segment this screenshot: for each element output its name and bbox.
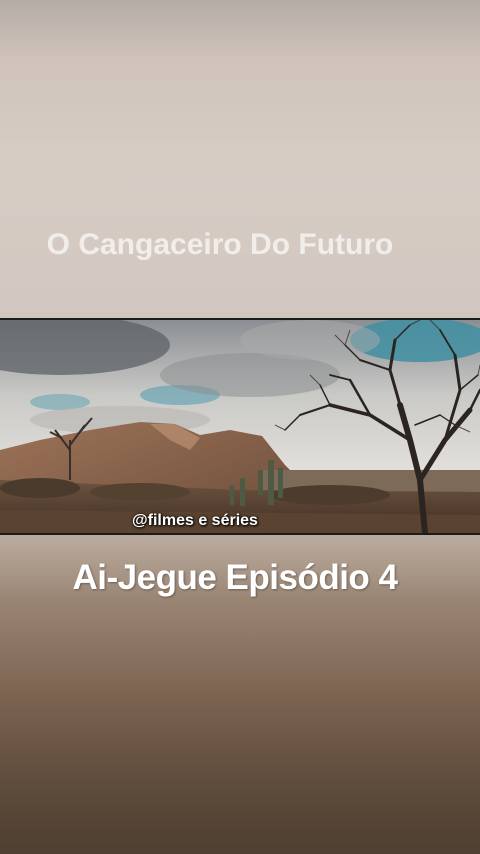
video-player[interactable] bbox=[0, 318, 480, 535]
watermark-caption: @filmes e séries bbox=[132, 512, 258, 529]
video-frame-landscape bbox=[0, 320, 480, 533]
top-title: O Cangaceiro Do Futuro bbox=[46, 228, 394, 261]
episode-title: Ai-Jegue Episódio 4 bbox=[72, 558, 399, 597]
